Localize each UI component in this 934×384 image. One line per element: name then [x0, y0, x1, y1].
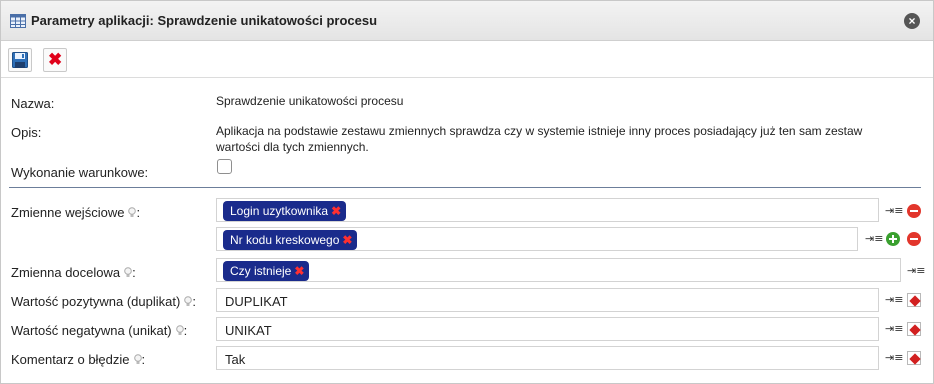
- eraser-icon[interactable]: [907, 351, 921, 365]
- floppy-disk-icon: [12, 52, 28, 68]
- conditional-checkbox[interactable]: [217, 159, 232, 174]
- positive-value-label: Wartość pozytywna (duplikat):: [11, 294, 196, 309]
- input-vars-colon: :: [136, 205, 141, 220]
- variable-list-icon[interactable]: ⇥≡: [885, 322, 903, 336]
- variable-list-icon[interactable]: ⇥≡: [885, 351, 903, 365]
- error-comment-input[interactable]: Tak: [216, 346, 879, 370]
- negative-value-text: UNIKAT: [225, 323, 272, 338]
- target-var-label: Zmienna docelowa:: [11, 265, 136, 280]
- dialog-title: Parametry aplikacji: Sprawdzenie unikato…: [31, 13, 378, 28]
- chip-remove-icon[interactable]: ✖: [331, 204, 341, 218]
- lightbulb-icon: [175, 325, 184, 335]
- positive-value-label-text: Wartość pozytywna (duplikat): [11, 294, 181, 309]
- red-x-icon: ✖: [48, 50, 63, 69]
- close-icon[interactable]: ×: [904, 13, 920, 29]
- negative-value-input[interactable]: UNIKAT: [216, 317, 879, 341]
- toolbar: ✖: [1, 42, 933, 78]
- conditional-label: Wykonanie warunkowe:: [11, 165, 149, 180]
- eraser-icon[interactable]: [907, 293, 921, 307]
- negative-value-colon: :: [183, 323, 188, 338]
- minus-circle-icon[interactable]: [907, 232, 921, 246]
- negative-value-label-text: Wartość negatywna (unikat): [11, 323, 172, 338]
- target-var-field[interactable]: Czy istnieje ✖: [216, 258, 901, 282]
- plus-circle-icon[interactable]: [886, 232, 900, 246]
- description-label: Opis:: [11, 125, 42, 140]
- variable-chip-label: Czy istnieje: [230, 264, 292, 278]
- name-value: Sprawdzenie unikatowości procesu: [216, 94, 404, 108]
- variable-list-icon[interactable]: ⇥≡: [885, 204, 903, 218]
- positive-value-colon: :: [192, 294, 196, 309]
- description-value: Aplikacja na podstawie zestawu zmiennych…: [216, 124, 863, 154]
- variable-chip[interactable]: Czy istnieje ✖: [223, 261, 310, 281]
- variable-chip[interactable]: Nr kodu kreskowego ✖: [223, 230, 358, 250]
- eraser-icon[interactable]: [907, 322, 921, 336]
- input-vars-label-text: Zmienne wejściowe: [11, 205, 125, 220]
- error-comment-label: Komentarz o błędzie:: [11, 352, 145, 367]
- input-var-field-1[interactable]: Login uzytkownika ✖: [216, 198, 879, 222]
- variable-list-icon[interactable]: ⇥≡: [907, 264, 925, 278]
- minus-circle-icon[interactable]: [907, 204, 921, 218]
- lightbulb-icon: [133, 354, 142, 364]
- positive-value-text: DUPLIKAT: [225, 294, 288, 309]
- table-icon: [10, 14, 26, 28]
- variable-chip-label: Login uzytkownika: [230, 204, 329, 218]
- cancel-button[interactable]: ✖: [43, 48, 67, 72]
- variable-chip-label: Nr kodu kreskowego: [230, 233, 340, 247]
- target-var-colon: :: [132, 265, 136, 280]
- positive-value-input[interactable]: DUPLIKAT: [216, 288, 879, 312]
- section-divider: [9, 187, 921, 188]
- dialog-titlebar: Parametry aplikacji: Sprawdzenie unikato…: [1, 1, 933, 41]
- name-label: Nazwa:: [11, 96, 55, 111]
- negative-value-label: Wartość negatywna (unikat):: [11, 323, 187, 338]
- lightbulb-icon: [124, 267, 132, 277]
- chip-remove-icon[interactable]: ✖: [294, 264, 304, 278]
- error-comment-colon: :: [141, 352, 146, 367]
- input-vars-label: Zmienne wejściowe:: [11, 205, 140, 220]
- variable-list-icon[interactable]: ⇥≡: [885, 293, 903, 307]
- save-button[interactable]: [8, 48, 32, 72]
- input-var-field-2[interactable]: Nr kodu kreskowego ✖: [216, 227, 858, 251]
- target-var-label-text: Zmienna docelowa: [11, 265, 121, 280]
- variable-chip[interactable]: Login uzytkownika ✖: [223, 201, 347, 221]
- chip-remove-icon[interactable]: ✖: [342, 233, 352, 247]
- error-comment-label-text: Komentarz o błędzie: [11, 352, 130, 367]
- error-comment-text: Tak: [225, 352, 246, 367]
- variable-list-icon[interactable]: ⇥≡: [865, 232, 883, 246]
- dialog: Parametry aplikacji: Sprawdzenie unikato…: [0, 0, 934, 384]
